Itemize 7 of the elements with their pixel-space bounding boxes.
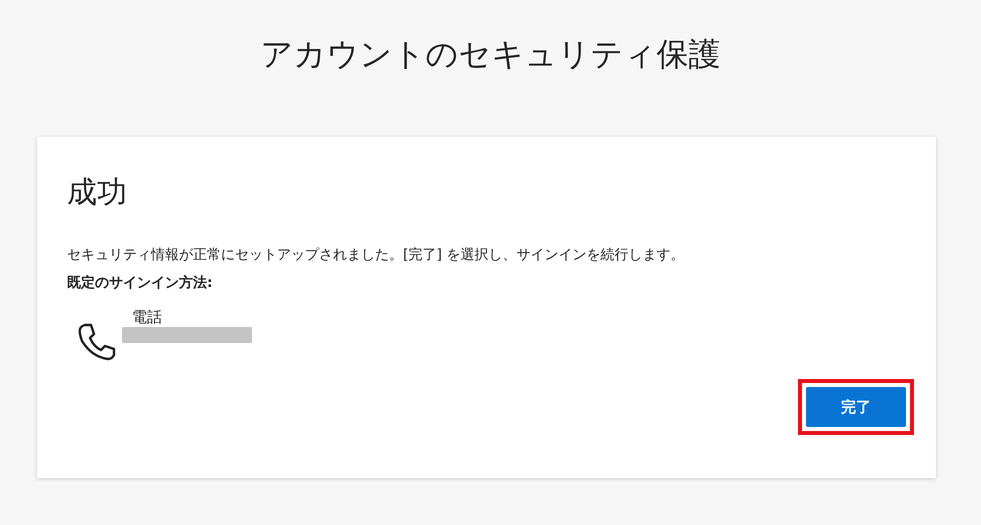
phone-icon [76,321,116,361]
done-button[interactable]: 完了 [806,387,906,427]
method-name: 電話 [132,307,162,327]
message-text: セキュリティ情報が正常にセットアップされました。[完了] を選択し、サインインを続行します。 [67,246,684,265]
card-heading: 成功 [67,174,127,212]
method-label: 既定のサインイン方法: [67,274,213,293]
page-title: アカウントのセキュリティ保護 [260,34,720,75]
